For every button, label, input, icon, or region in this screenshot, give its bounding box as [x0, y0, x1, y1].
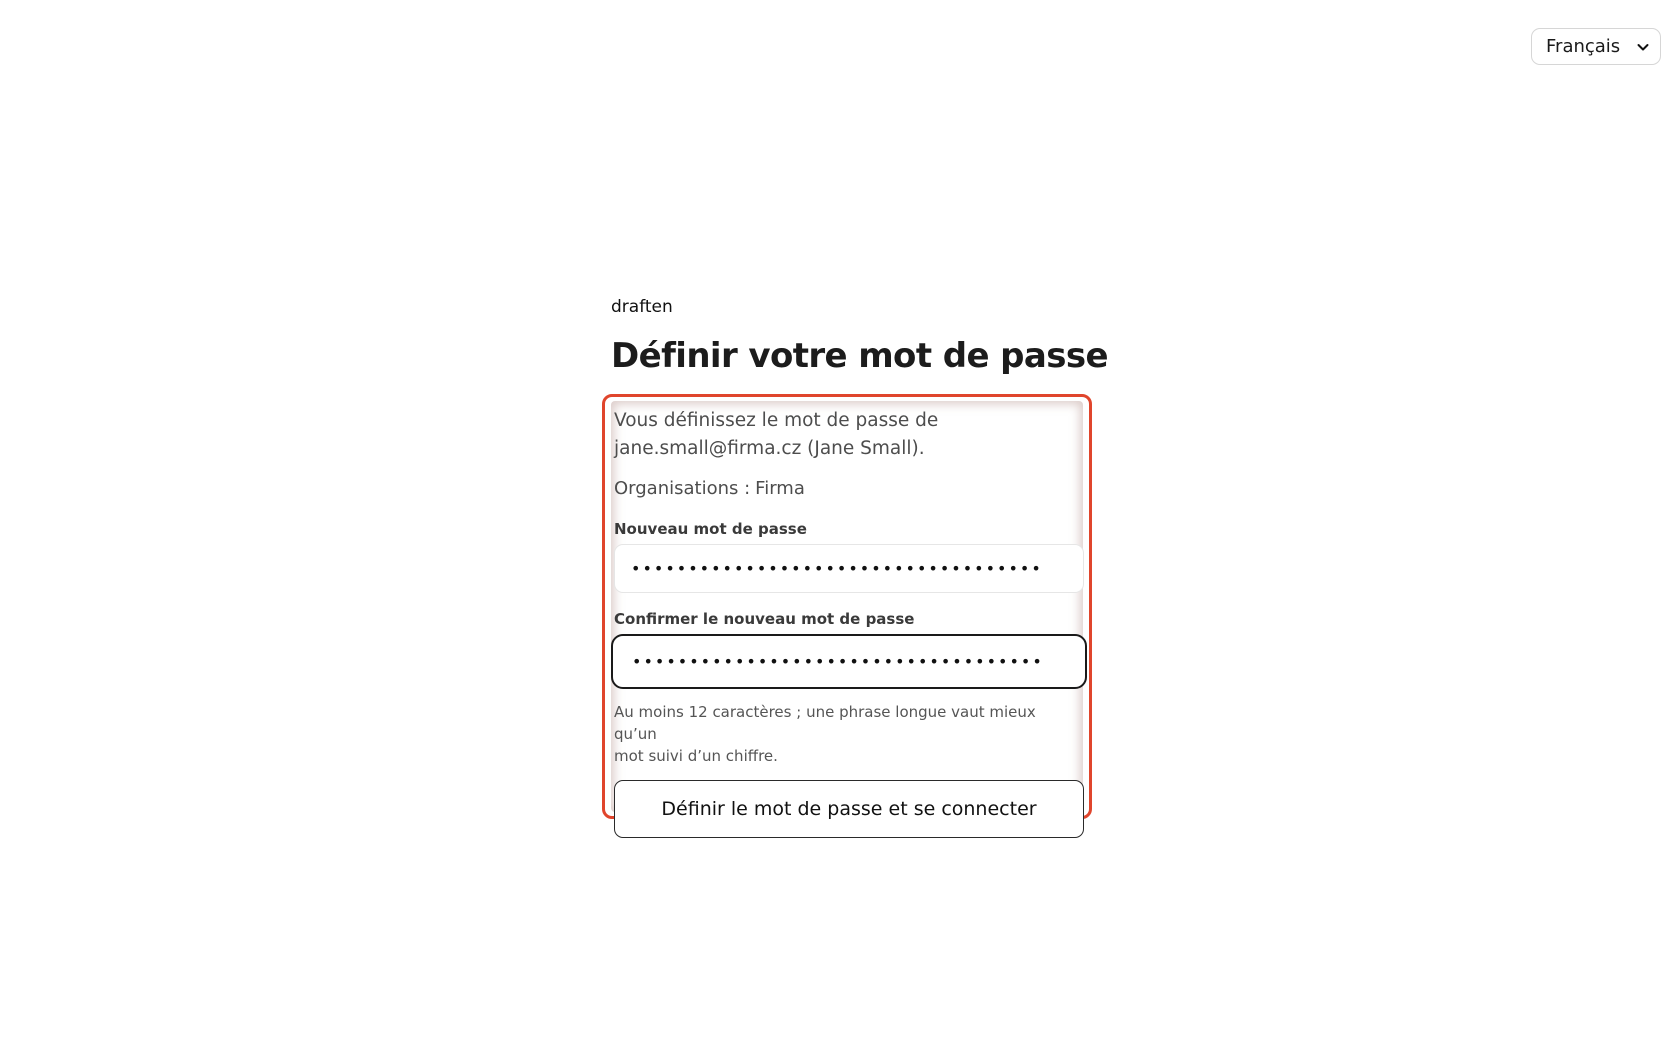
organizations-text: Organisations : Firma: [614, 477, 1080, 501]
page-title: Définir votre mot de passe: [611, 336, 1109, 376]
set-password-form: Vous définissez le mot de passe de jane.…: [602, 394, 1092, 838]
password-hint-line-2: mot suivi d’un chiffre.: [614, 747, 778, 765]
form-body: Vous définissez le mot de passe de jane.…: [611, 401, 1087, 838]
organizations-label: Organisations :: [614, 478, 751, 499]
password-hint-line-1: Au moins 12 caractères ; une phrase long…: [614, 703, 1036, 743]
organizations-value: Firma: [755, 478, 805, 499]
confirm-password-label: Confirmer le nouveau mot de passe: [614, 610, 915, 628]
intro-line-2: jane.small@firma.cz (Jane Small).: [614, 438, 925, 459]
language-select[interactable]: Français: [1531, 28, 1661, 65]
intro-line-1: Vous définissez le mot de passe de: [614, 410, 939, 431]
set-password-submit-button[interactable]: Définir le mot de passe et se connecter: [614, 780, 1084, 838]
confirm-password-field[interactable]: ••••••••••••••••••••••••••••••••••••: [611, 634, 1087, 689]
new-password-label: Nouveau mot de passe: [614, 520, 807, 538]
intro-text: Vous définissez le mot de passe de jane.…: [614, 407, 1080, 463]
brand-name: draften: [611, 297, 673, 317]
password-hint: Au moins 12 caractères ; une phrase long…: [614, 701, 1080, 767]
new-password-field[interactable]: ••••••••••••••••••••••••••••••••••••: [614, 544, 1084, 593]
auth-header: draften Définir votre mot de passe: [611, 296, 1111, 376]
language-select-value: Français: [1546, 36, 1621, 57]
chevron-down-icon: [1636, 40, 1650, 54]
